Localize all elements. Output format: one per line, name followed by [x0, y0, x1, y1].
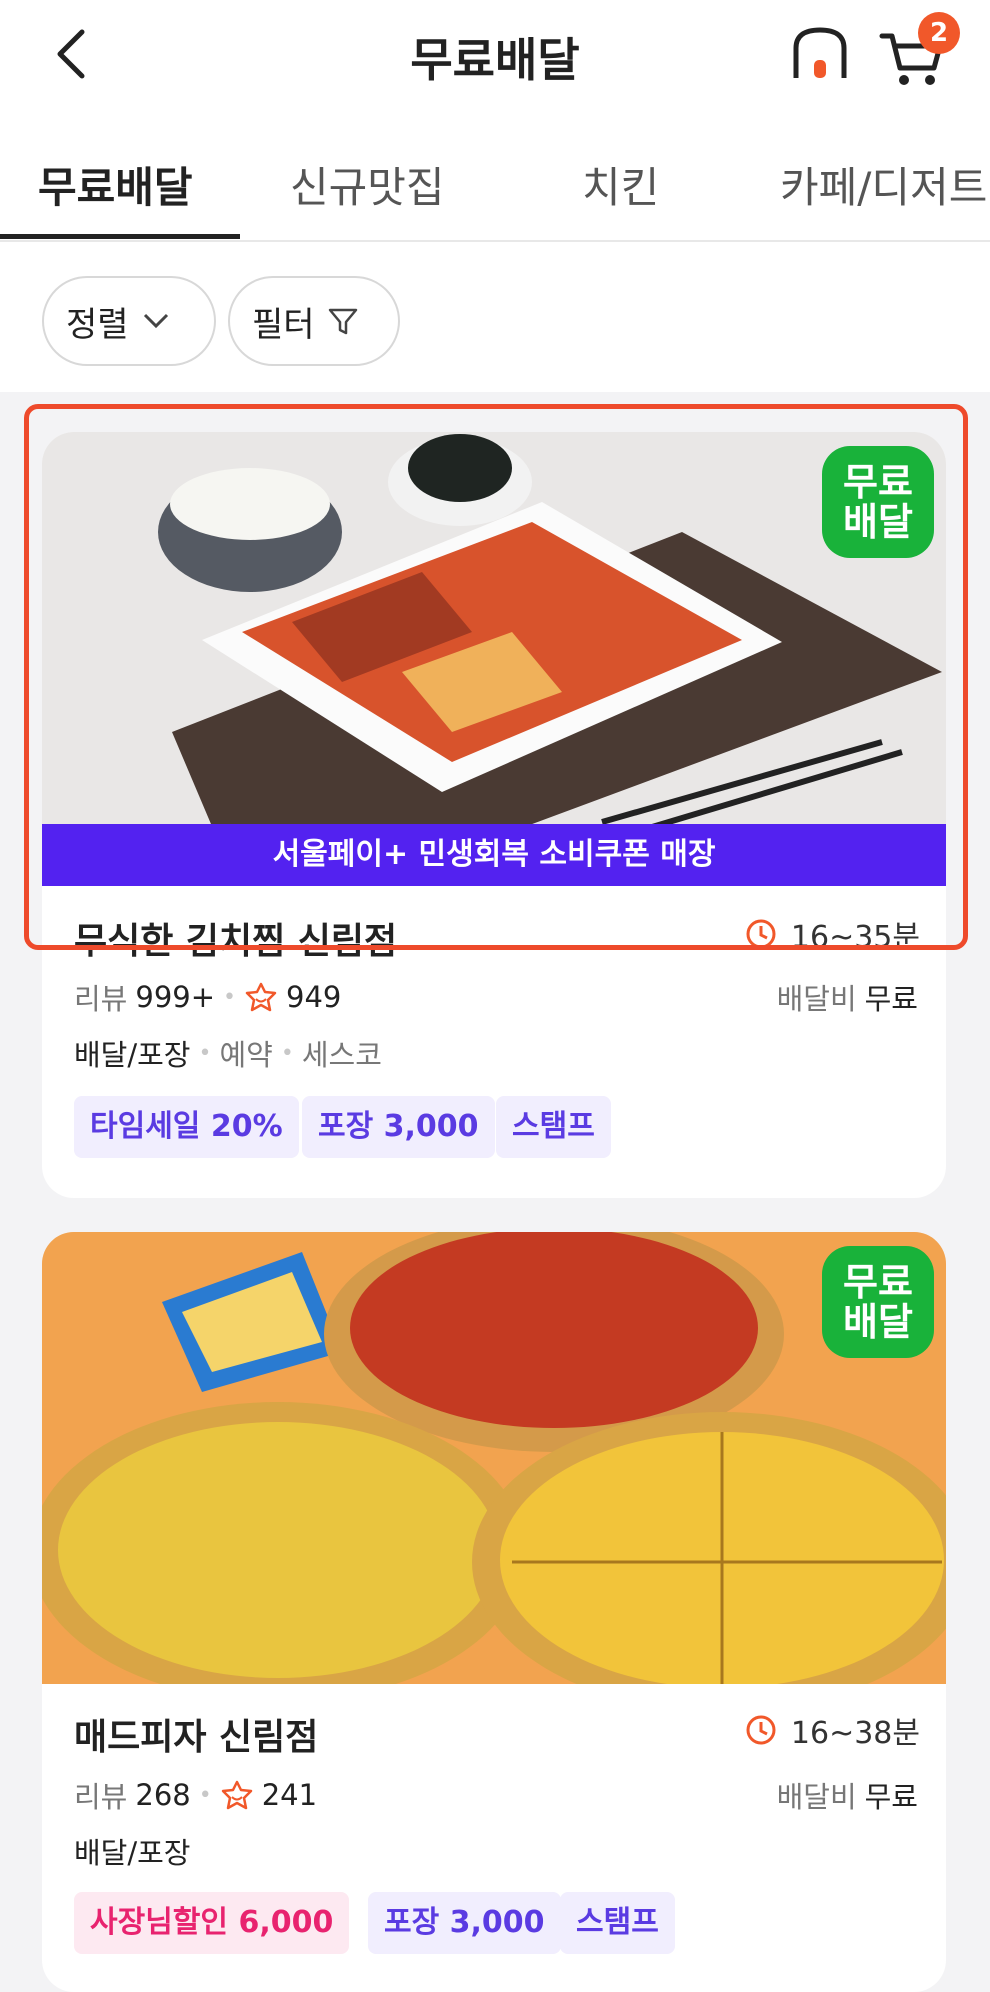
delivery-fee-row: 배달비 무료 — [777, 976, 918, 1018]
delivery-time-value: 16~38분 — [790, 1716, 920, 1751]
cart-count-badge: 2 — [918, 12, 960, 54]
highlight-box — [24, 404, 968, 950]
service-delivery-pickup: 배달/포장 — [74, 1038, 191, 1072]
tab-free-delivery[interactable]: 무료배달 — [38, 154, 193, 215]
rating-count: 949 — [286, 980, 342, 1014]
free-delivery-badge: 무료 배달 — [822, 1246, 934, 1358]
delivery-time: 16~38분 — [745, 1708, 920, 1752]
tag-owner-discount: 사장님할인 6,000 — [74, 1892, 350, 1954]
free-badge-line2: 배달 — [843, 1300, 913, 1344]
store-photo — [42, 1232, 946, 1684]
free-badge-line1: 무료 — [843, 1260, 913, 1304]
service-delivery-pickup: 배달/포장 — [74, 1836, 191, 1870]
smile-star-icon — [221, 1780, 252, 1810]
reviews-label: 리뷰 — [74, 982, 128, 1016]
service-reservation: 예약 — [219, 1038, 273, 1072]
delivery-fee-value: 무료 — [864, 982, 918, 1016]
delivery-fee-label: 배달비 — [776, 982, 857, 1016]
tag-pickup-discount: 포장 3,000 — [302, 1096, 495, 1158]
filter-label: 필터 — [252, 304, 315, 345]
active-tab-indicator — [0, 234, 240, 239]
tab-new-restaurants[interactable]: 신규맛집 — [290, 154, 445, 215]
sort-button[interactable]: 정렬 — [42, 276, 216, 366]
tag-stamp: 스탬프 — [496, 1096, 611, 1158]
store-card[interactable]: 무료 배달 매드피자 신림점 16~38분 리뷰 268 • 241 배달비 무료… — [42, 1232, 946, 1992]
clock-icon — [746, 1715, 776, 1745]
funnel-icon — [328, 308, 357, 335]
category-tabs: 무료배달 신규맛집 치킨 카페/디저트 — [0, 110, 990, 242]
service-cesco: 세스코 — [301, 1038, 382, 1072]
reviews-label: 리뷰 — [74, 1780, 128, 1814]
services-row: 배달/포장 • 예약 • 세스코 — [74, 1032, 382, 1074]
sort-label: 정렬 — [66, 304, 129, 345]
home-icon[interactable] — [790, 24, 850, 84]
smile-star-icon — [245, 982, 277, 1012]
reviews-count: 999+ — [135, 980, 216, 1014]
store-name: 매드피자 신림점 — [74, 1717, 319, 1758]
chevron-down-icon — [143, 313, 168, 329]
tag-pickup-discount: 포장 3,000 — [368, 1892, 561, 1954]
tag-time-sale: 타임세일 20% — [74, 1096, 299, 1158]
review-rating-row: 리뷰 999+ • 949 — [74, 976, 341, 1018]
tag-stamp: 스탬프 — [560, 1892, 675, 1954]
delivery-fee-label: 배달비 — [776, 1780, 857, 1814]
tab-chicken[interactable]: 치킨 — [582, 154, 659, 215]
delivery-fee-row: 배달비 무료 — [777, 1774, 918, 1816]
reviews-count: 268 — [135, 1778, 191, 1812]
delivery-fee-value: 무료 — [864, 1780, 918, 1814]
review-rating-row: 리뷰 268 • 241 — [74, 1774, 317, 1816]
services-row: 배달/포장 — [74, 1830, 191, 1872]
top-bar: 무료배달 2 — [0, 0, 990, 110]
filter-button[interactable]: 필터 — [228, 276, 400, 366]
rating-count: 241 — [261, 1778, 318, 1812]
tab-cafe-dessert[interactable]: 카페/디저트 — [780, 154, 987, 215]
